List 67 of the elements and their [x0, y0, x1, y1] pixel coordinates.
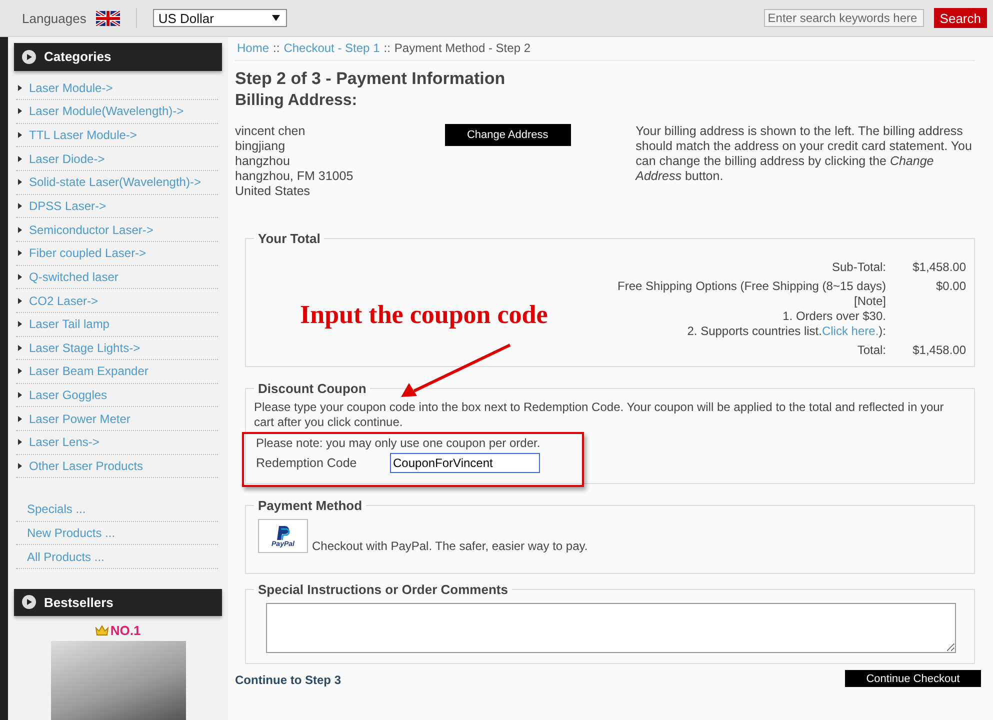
coupon-instructions: Please type your coupon code into the box next to Redemption Code. Your coupon will be applied to the total and reflected in your cart after you click continue. [254, 400, 945, 430]
total-label: Free Shipping Options (Free Shipping (8~15 days) [Note] 1. Orders over $30. 2. Supports countries list.Click here.): [618, 279, 886, 339]
total-label: Total: [857, 343, 886, 358]
search-button[interactable]: Search [934, 8, 987, 28]
coupon-legend: Discount Coupon [254, 381, 370, 396]
countries-link[interactable]: Click here. [822, 324, 879, 338]
breadcrumb-current: Payment Method - Step 2 [394, 41, 530, 55]
categories-title: Categories [44, 49, 112, 64]
total-amount: $0.00 [934, 279, 966, 295]
category-link[interactable]: Laser Power Meter [16, 407, 218, 432]
play-circle-icon [22, 595, 36, 610]
annotation-text: Input the coupon code [300, 300, 548, 329]
continue-text: Continue to Step 3 [235, 673, 341, 687]
crown-icon [95, 625, 110, 636]
bestsellers-title: Bestsellers [44, 594, 114, 610]
address-line: vincent chen [235, 124, 306, 139]
redemption-code-label: Redemption Code [256, 456, 358, 470]
address-line: bingjiang [235, 139, 286, 154]
play-circle-icon [22, 50, 36, 64]
languages-label: Languages [22, 10, 86, 26]
p-letter-icon [276, 524, 290, 540]
billing-heading: Billing Address: [235, 92, 358, 110]
category-link[interactable]: Semiconductor Laser-> [16, 218, 218, 242]
category-link[interactable]: Laser Goggles [16, 384, 218, 408]
product-link[interactable]: New Products ... [16, 522, 218, 546]
breadcrumb-separator: :: [384, 41, 390, 55]
product-link[interactable]: Specials ... [16, 498, 218, 522]
total-label: Sub-Total: [832, 260, 886, 275]
address-line: hangzhou [235, 154, 291, 169]
coupon-note: Please note: you may only use one coupon per order. [256, 436, 542, 451]
category-link[interactable]: Fiber coupled Laser-> [16, 242, 218, 266]
comments-field[interactable] [266, 603, 956, 653]
breadcrumb-separator: :: [273, 41, 280, 55]
currency-select[interactable]: US Dollar [153, 9, 288, 27]
flag-icon[interactable] [96, 10, 120, 26]
caret-down-icon [272, 15, 280, 21]
continue-checkout-button[interactable]: Continue Checkout [845, 670, 981, 687]
redemption-code-field[interactable]: CouponForVincent [390, 453, 540, 473]
category-link[interactable]: TTL Laser Module-> [16, 124, 218, 148]
category-link[interactable]: DPSS Laser-> [16, 194, 218, 218]
total-legend: Your Total [254, 231, 324, 246]
address-line: hangzhou, FM 31005 [235, 169, 354, 184]
breadcrumb-link[interactable]: Checkout - Step 1 [284, 41, 380, 55]
category-link[interactable]: CO2 Laser-> [16, 289, 218, 313]
total-amount: $1,458.00 [912, 260, 966, 275]
page-title: Step 2 of 3 - Payment Information [235, 69, 506, 89]
category-link[interactable]: Other Laser Products [16, 454, 218, 478]
comments-legend: Special Instructions or Order Comments [254, 582, 512, 597]
category-link[interactable]: Laser Module(Wavelength)-> [16, 100, 218, 124]
billing-explanation: Your billing address is shown to the left. The billing address should match the address on your credit card statement. You can change the billing address by clicking the Change Address button. [636, 124, 973, 185]
change-address-button[interactable]: Change Address [444, 124, 571, 146]
category-link[interactable]: Laser Beam Expander [16, 360, 218, 384]
category-link[interactable]: Laser Module-> [16, 76, 218, 100]
category-link[interactable]: Solid-state Laser(Wavelength)-> [16, 171, 218, 195]
payment-description: Checkout with PayPal. The safer, easier way to pay. [312, 539, 588, 553]
payment-legend: Payment Method [254, 498, 366, 513]
product-link[interactable]: All Products ... [16, 545, 218, 569]
address-line: United States [235, 184, 312, 199]
category-link[interactable]: Q-switched laser [16, 266, 218, 290]
category-link[interactable]: Laser Stage Lights-> [16, 336, 218, 360]
breadcrumb-link[interactable]: Home [237, 41, 270, 55]
search-field[interactable]: Enter search keywords here [764, 9, 924, 27]
category-link[interactable]: Laser Diode-> [16, 147, 218, 172]
total-amount: $1,458.00 [912, 343, 966, 358]
category-link[interactable]: Laser Lens-> [16, 431, 218, 455]
category-link[interactable]: Laser Tail lamp [16, 312, 218, 337]
rank-label: NO.1 [110, 623, 141, 638]
